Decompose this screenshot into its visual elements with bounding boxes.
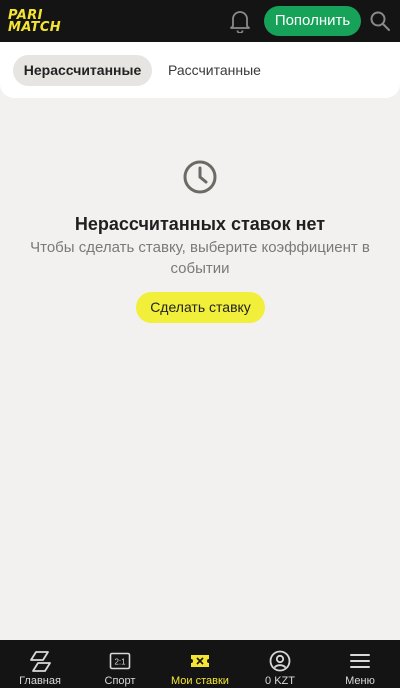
topup-button[interactable]: Пополнить: [264, 6, 361, 36]
nav-item-sport[interactable]: 2:1 Спорт: [80, 640, 160, 688]
nav-item-menu[interactable]: Меню: [320, 640, 400, 688]
tab-unsettled[interactable]: Нерассчитанные: [13, 55, 152, 86]
bottom-nav: Главная 2:1 Спорт Мои ставки 0 KZT Меню: [0, 640, 400, 688]
bets-tabs: Нерассчитанные Рассчитанные: [0, 42, 400, 98]
account-icon: [269, 650, 291, 672]
nav-label-menu: Меню: [345, 675, 375, 687]
home-icon: [30, 651, 51, 672]
nav-item-home[interactable]: Главная: [0, 640, 80, 688]
top-header: PARI MATCH Пополнить: [0, 0, 400, 42]
svg-text:2:1: 2:1: [114, 658, 126, 667]
place-bet-button[interactable]: Сделать ставку: [136, 292, 265, 323]
empty-state-title: Нерассчитанных ставок нет: [74, 214, 326, 234]
nav-label-account: 0 KZT: [265, 675, 295, 687]
tab-settled[interactable]: Рассчитанные: [168, 55, 261, 86]
bell-icon[interactable]: [229, 9, 251, 33]
nav-item-my-bets[interactable]: Мои ставки: [160, 640, 240, 688]
search-icon[interactable]: [369, 10, 391, 32]
clock-icon: [183, 160, 217, 194]
menu-icon: [350, 654, 370, 668]
nav-label-home: Главная: [19, 675, 61, 687]
logo-text-bottom: MATCH: [8, 20, 62, 35]
nav-label-sport: Спорт: [104, 675, 136, 687]
empty-state-subtitle: Чтобы сделать ставку, выберите коэффицие…: [30, 239, 370, 277]
nav-label-my-bets: Мои ставки: [171, 675, 229, 687]
nav-item-account[interactable]: 0 KZT: [240, 640, 320, 688]
scoreboard-icon: 2:1: [109, 652, 131, 670]
parimatch-logo[interactable]: PARI MATCH: [8, 8, 88, 36]
ticket-icon: [191, 655, 209, 667]
